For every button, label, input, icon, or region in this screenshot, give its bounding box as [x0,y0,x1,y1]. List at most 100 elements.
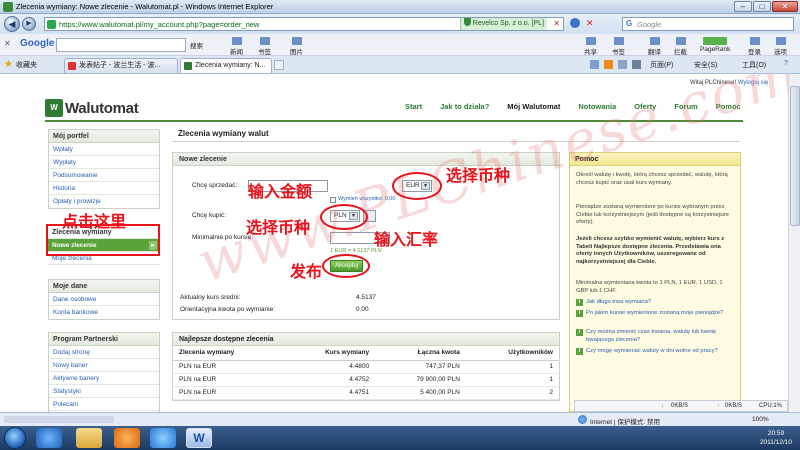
toolbar-bookmarks[interactable]: 书签 [258,37,271,56]
ie-icon [3,2,13,12]
help-paragraph: Określ walutę i kwotę, którą chcesz sprz… [576,172,728,186]
sidebar-item-withdrawals[interactable]: Wypłaty [49,156,159,169]
toolbar-pagerank[interactable]: PageRank [700,37,730,53]
address-bar[interactable]: https://www.walutomat.pl/my_account.php?… [44,17,564,31]
back-button[interactable]: ◀ [4,16,20,32]
bookmark-icon [259,37,270,45]
toolbar-login-label: 登录 [748,49,761,56]
maximize-button[interactable]: □ [753,1,771,12]
cell: 4.4800 [283,360,376,374]
google-search-button[interactable]: 搜索 [190,40,203,50]
column-header: Zlecenia wymiany [173,346,284,361]
globe-icon [578,415,587,424]
toolbar-share[interactable]: 共享 [584,37,597,56]
search-input[interactable]: G Google [622,17,794,31]
approx-amount-value: 0.00 [356,306,369,313]
refresh-icon[interactable] [570,18,580,28]
table-row[interactable]: PLN na EUR 4.4800 747,37 PLN 1 [173,360,559,374]
column-header: Kurs wymiany [283,346,376,361]
media-player-icon[interactable] [114,428,140,448]
cpu-usage: CPU:1% [759,403,783,409]
toolbar-translate[interactable]: 翻译 [648,37,661,56]
google-search-input[interactable] [56,38,186,52]
print-icon[interactable] [632,60,641,69]
close-toolbar-icon[interactable]: ✕ [4,39,11,48]
sidebar-item-active-banners[interactable]: Aktywne banery [49,372,159,385]
zone-text: Internet | 保护模式: 禁用 [590,419,660,426]
site-favicon [68,62,76,70]
sidebar-item-deposits[interactable]: Wpłaty [49,143,159,156]
help-paragraph: Minimalna wymieniana kwota to 1 PLN, 1 E… [576,280,723,294]
toolbar-images[interactable]: 图片 [290,37,303,56]
url-text: https://www.walutomat.pl/my_account.php?… [59,20,260,29]
sidebar-item-referrals[interactable]: Polecani [49,398,159,411]
home-icon[interactable] [590,60,599,69]
up-arrow-icon: ↑ [717,403,720,409]
toolbar-block-label: 拦截 [674,49,687,56]
sidebar-item-personal-data[interactable]: Dane osobowe [49,293,159,306]
help-icon[interactable]: ? [784,60,788,67]
favorites-button[interactable]: 收藏夹 [16,60,37,70]
toolbar-options[interactable]: 选项 [774,37,787,56]
help-question-link[interactable]: Po jakim kursie wymienione zostaną moje … [576,310,736,318]
user-icon [749,37,760,45]
sidebar-item-bank-accounts[interactable]: Konta bankowe [49,306,159,319]
favorites-star-icon[interactable]: ★ [4,59,13,70]
sidebar-item-fees[interactable]: Opłaty i prowizje [49,195,159,208]
page-viewport: Witaj PLChinese! Wyloguj się W Walutomat… [0,74,788,412]
table-row[interactable]: PLN na EUR 4.4751 5 400,00 PLN 2 [173,386,559,400]
stop-icon[interactable]: ✕ [553,19,560,28]
sell-label: Chcę sprzedać: [192,182,238,189]
zoom-level[interactable]: 100% [752,416,769,423]
toolbar-translate-label: 翻译 [648,49,661,56]
sidebar-item-statistics[interactable]: Statystyki [49,385,159,398]
safety-menu[interactable]: 安全(S) [694,60,717,70]
close-button[interactable]: ✕ [772,1,798,12]
help-question-link[interactable]: Czy można zmienić czas trwania, walutę l… [576,329,736,344]
sidebar-wallet: Mój portfel Wpłaty Wypłaty Podsumowanie … [48,129,160,209]
help-question-link[interactable]: Jak długo trwa wymiana? [576,299,736,307]
sidebar-item-add-site[interactable]: Dodaj stronę [49,346,159,359]
network-monitor: ↓ 0KB/S ↑ 0KB/S CPU:1% [574,400,788,412]
toolbar-share-label: 共享 [584,49,597,56]
certificate-badge[interactable]: Revelco Sp. z o.o. [PL] [459,18,547,30]
toolbar-news[interactable]: 新闻 [230,37,243,56]
sidebar-item-history[interactable]: Historia [49,182,159,195]
sidebar-item-new-banner[interactable]: Nowy baner [49,359,159,372]
sidebar-partner: Program Partnerski Dodaj stronę Nowy ban… [48,332,160,412]
folder-icon[interactable] [76,428,102,448]
toolbar-bookmarks-2[interactable]: 书签 [612,37,625,56]
stop-button-icon[interactable]: ✕ [586,18,596,28]
table-row[interactable]: PLN na EUR 4.4752 79 900,00 PLN 1 [173,373,559,387]
vertical-scrollbar[interactable] [788,74,800,412]
browser-icon[interactable] [150,428,176,448]
new-tab-button[interactable] [274,60,284,70]
annotation-publish: 发布 [290,262,323,281]
page-menu[interactable]: 页面(P) [650,60,673,70]
ie-taskbar-icon[interactable] [36,428,62,448]
scrollbar-thumb[interactable] [790,86,800,226]
tab-forum[interactable]: 发表帖子 - 波兰生活 - 波... [64,58,178,73]
help-question-link[interactable]: Czy mogę wymieniać waluty w dni wolne od… [576,348,736,356]
best-orders-table: Najlepsze dostępne zlecenia Zlecenia wym… [172,332,560,401]
search-placeholder: Google [637,20,662,29]
start-button[interactable] [4,427,26,449]
word-icon[interactable]: W [186,428,212,448]
minimize-button[interactable]: – [734,1,752,12]
forward-button[interactable]: ▶ [22,17,36,31]
nav-start[interactable]: Start [405,102,422,111]
clock[interactable]: 20:59 2011/12/10 [760,429,792,447]
toolbar-login[interactable]: 登录 [748,37,761,56]
nav-my-walutomat[interactable]: Mój Walutomat [507,102,560,111]
buy-label: Chcę kupić: [192,212,226,219]
tools-menu[interactable]: 工具(O) [742,60,766,70]
mail-icon[interactable] [618,60,627,69]
highlight-ring [320,204,368,230]
rss-icon[interactable] [604,60,613,69]
sidebar-item-summary[interactable]: Podsumowanie [49,169,159,182]
tab-walutomat[interactable]: Zlecenia wymiany: N... [180,58,272,73]
nav-how-it-works[interactable]: Jak to działa? [440,102,489,111]
avg-rate-value: 4.5137 [356,294,376,301]
toolbar-block[interactable]: 拦截 [674,37,687,56]
wrench-icon [775,37,786,45]
